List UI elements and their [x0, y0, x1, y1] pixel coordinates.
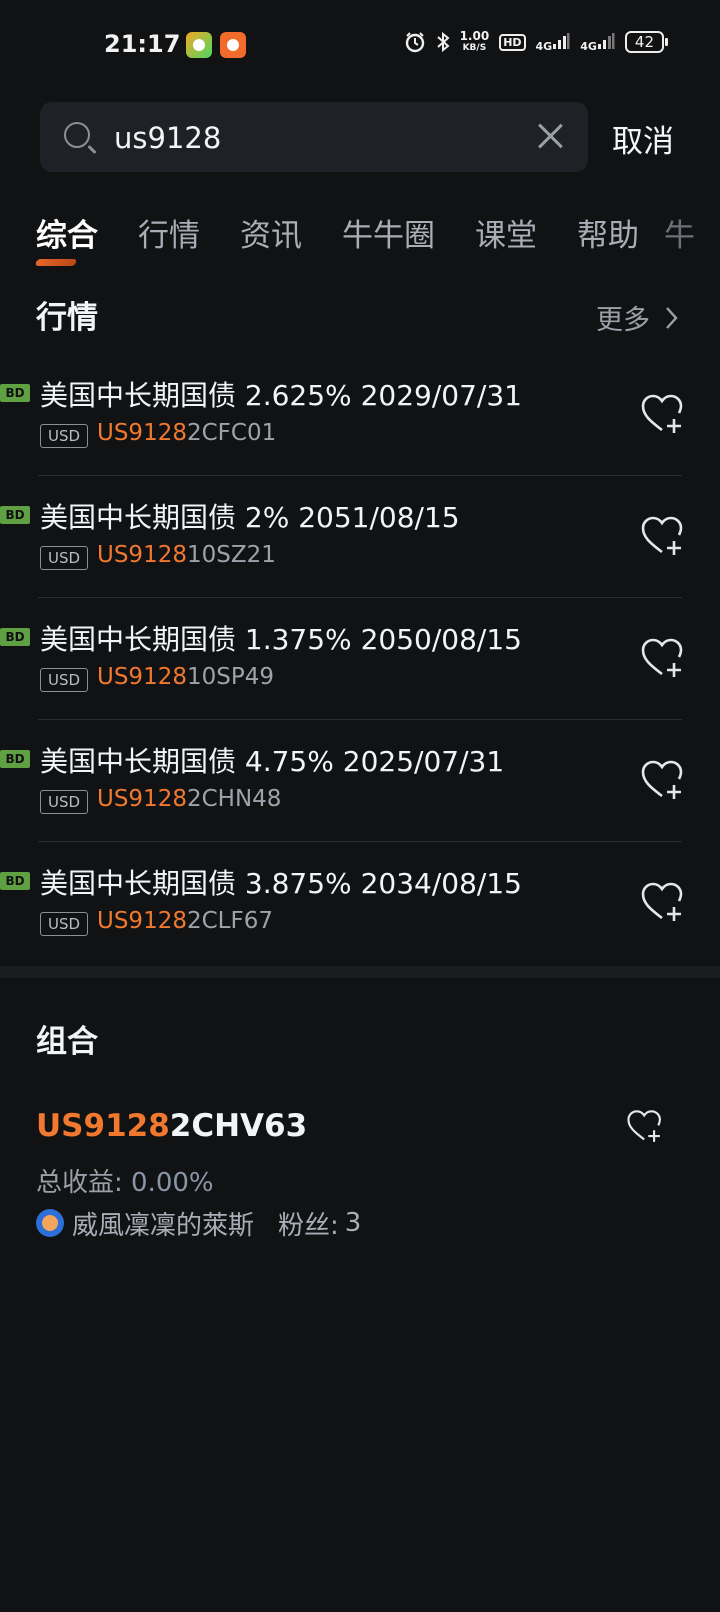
- portfolio-owner[interactable]: 威風凜凜的萊斯 粉丝: 3: [36, 1205, 362, 1242]
- add-favorite-icon[interactable]: [640, 636, 686, 682]
- list-item[interactable]: BD 美国中长期国债 4.75% 2025/07/31 USD US91282C…: [0, 720, 720, 842]
- total-return-label: 总收益:: [36, 1168, 123, 1198]
- add-favorite-icon[interactable]: [640, 392, 686, 438]
- bond-badge: BD: [0, 750, 30, 768]
- code-match: US9128: [97, 786, 187, 812]
- fans-count: 3: [344, 1208, 362, 1238]
- currency-tag: USD: [40, 912, 88, 936]
- security-name: 美国中长期国债 4.75% 2025/07/31: [40, 745, 505, 778]
- bond-badge: BD: [0, 628, 30, 646]
- signal-label: 4G: [580, 39, 597, 53]
- section-title-portfolio: 组合: [36, 1024, 98, 1060]
- tab-more-clipped[interactable]: 牛: [664, 210, 695, 255]
- status-time: 21:17: [104, 30, 181, 58]
- bluetooth-icon: [436, 31, 450, 53]
- currency-tag: USD: [40, 546, 88, 570]
- add-favorite-icon[interactable]: [640, 880, 686, 926]
- tab-help[interactable]: 帮助: [577, 210, 639, 260]
- signal-label: 4G: [535, 39, 553, 53]
- add-favorite-icon[interactable]: [640, 514, 686, 560]
- code-rest: 10SP49: [186, 664, 274, 690]
- portfolio-code[interactable]: US91282CHV63: [36, 1108, 307, 1144]
- bond-badge: BD: [0, 872, 30, 890]
- code-rest: 2CHV63: [169, 1108, 308, 1144]
- security-code: US91282CLF67: [97, 908, 273, 934]
- tab-quotes[interactable]: 行情: [138, 210, 200, 260]
- app-notification-icon: [186, 32, 212, 58]
- tab-classroom[interactable]: 课堂: [475, 210, 537, 260]
- tab-overview[interactable]: 综合: [36, 210, 98, 260]
- security-name: 美国中长期国债 2.625% 2029/07/31: [40, 379, 522, 412]
- tab-news[interactable]: 资讯: [240, 210, 302, 260]
- list-item[interactable]: BD 美国中长期国债 3.875% 2034/08/15 USD US91282…: [0, 842, 720, 964]
- clear-icon[interactable]: [536, 122, 564, 150]
- section-title-market: 行情: [36, 300, 98, 336]
- battery-icon: 42: [624, 31, 669, 53]
- more-link[interactable]: 更多: [596, 298, 650, 337]
- security-code: US91282CHN48: [97, 786, 281, 812]
- security-code: US912810SP49: [97, 664, 274, 690]
- code-match: US9128: [97, 420, 187, 446]
- code-rest: 2CHN48: [186, 786, 282, 812]
- bond-badge: BD: [0, 506, 30, 524]
- net-speed-unit: KB/S: [462, 43, 487, 53]
- avatar[interactable]: [36, 1209, 64, 1237]
- fans-label: 粉丝:: [278, 1210, 339, 1241]
- security-name: 美国中长期国债 1.375% 2050/08/15: [40, 623, 522, 656]
- total-return-value: 0.00%: [131, 1168, 214, 1198]
- currency-tag: USD: [40, 790, 88, 814]
- cancel-button[interactable]: 取消: [612, 116, 674, 161]
- security-name: 美国中长期国债 3.875% 2034/08/15: [40, 867, 522, 900]
- security-code: US91282CFC01: [97, 420, 276, 446]
- code-match: US9128: [97, 908, 187, 934]
- add-favorite-icon[interactable]: [640, 758, 686, 804]
- code-rest: 2CLF67: [186, 908, 273, 934]
- code-rest: 2CFC01: [186, 420, 277, 446]
- hd-icon: HD: [499, 33, 526, 51]
- currency-tag: USD: [40, 424, 88, 448]
- list-item[interactable]: BD 美国中长期国债 2% 2051/08/15 USD US912810SZ2…: [0, 476, 720, 598]
- code-match: US9128: [97, 664, 187, 690]
- signal-icon: 4G: [536, 32, 571, 53]
- app-notification-icon: [220, 32, 246, 58]
- bond-badge: BD: [0, 384, 30, 402]
- user-name[interactable]: 威風凜凜的萊斯: [72, 1205, 254, 1242]
- search-icon: [64, 122, 90, 148]
- security-code: US912810SZ21: [97, 542, 276, 568]
- search-bar[interactable]: [40, 102, 588, 172]
- security-name: 美国中长期国债 2% 2051/08/15: [40, 501, 460, 534]
- code-match: US9128: [97, 542, 187, 568]
- search-results-page: 21:17 1.00 KB/S HD 4G 4G 42 取消 综合 行情 资讯 …: [0, 0, 720, 1612]
- search-input[interactable]: [112, 116, 496, 160]
- currency-tag: USD: [40, 668, 88, 692]
- total-return: 总收益: 0.00%: [36, 1162, 214, 1199]
- chevron-right-icon[interactable]: [664, 304, 680, 332]
- status-bar: 21:17 1.00 KB/S HD 4G 4G 42: [0, 0, 720, 90]
- signal-icon: 4G: [580, 32, 615, 53]
- status-icons: 1.00 KB/S HD 4G 4G 42: [404, 30, 669, 54]
- tab-bar: 综合 行情 资讯 牛牛圈 课堂 帮助: [36, 210, 679, 260]
- list-item[interactable]: BD 美国中长期国债 1.375% 2050/08/15 USD US91281…: [0, 598, 720, 720]
- net-speed-value: 1.00: [459, 29, 490, 43]
- add-favorite-icon[interactable]: [626, 1108, 664, 1146]
- tab-community[interactable]: 牛牛圈: [342, 210, 435, 260]
- net-speed: 1.00 KB/S: [460, 30, 490, 54]
- section-separator: [0, 966, 720, 978]
- list-item[interactable]: BD 美国中长期国债 2.625% 2029/07/31 USD US91282…: [0, 354, 720, 476]
- alarm-icon: [405, 32, 424, 53]
- code-match: US9128: [36, 1108, 170, 1144]
- code-rest: 10SZ21: [186, 542, 276, 568]
